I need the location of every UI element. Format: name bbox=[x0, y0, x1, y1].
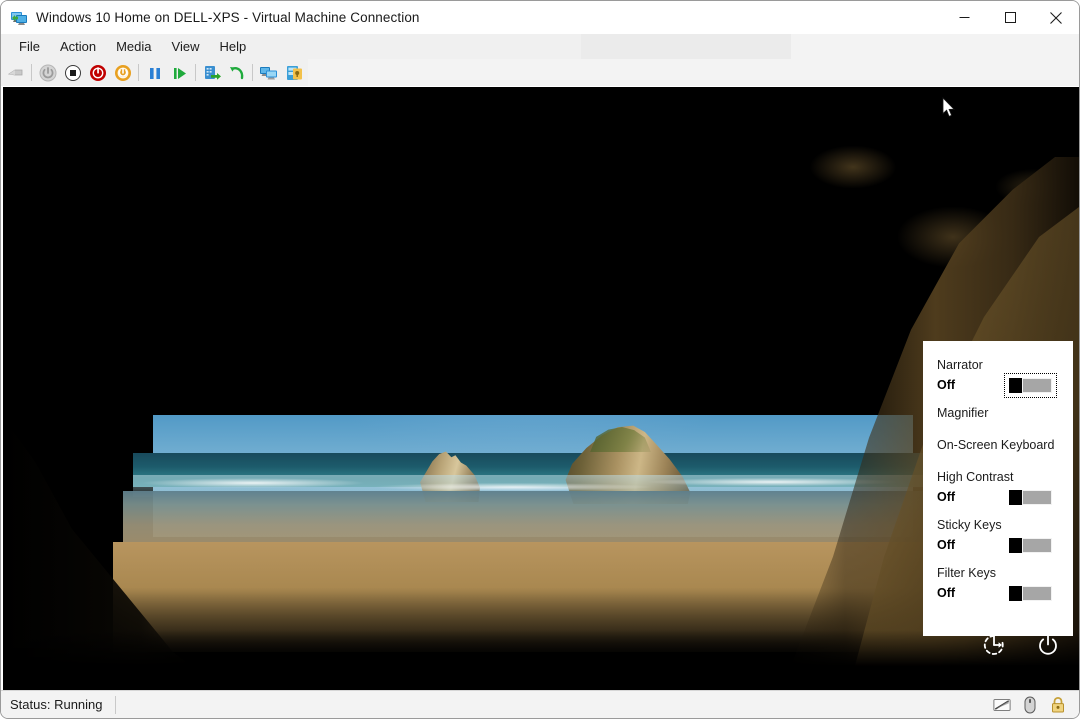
screen-capture-icon[interactable] bbox=[993, 696, 1011, 714]
menu-view[interactable]: View bbox=[162, 36, 210, 58]
toggle-track bbox=[1022, 490, 1052, 505]
menubar: File Action Media View Help bbox=[1, 34, 1079, 59]
virtual-machine-icon bbox=[10, 9, 28, 27]
vm-connection-window: Windows 10 Home on DELL-XPS - Virtual Ma… bbox=[0, 0, 1080, 719]
turn-off-icon[interactable] bbox=[60, 60, 85, 85]
lock-icon[interactable] bbox=[1049, 696, 1067, 714]
status-icons bbox=[993, 691, 1067, 718]
maximize-button[interactable] bbox=[987, 1, 1033, 34]
cave-floor-shadow bbox=[3, 630, 1079, 690]
toggle-thumb bbox=[1009, 378, 1022, 393]
statusbar: Status: Running bbox=[1, 690, 1079, 718]
menu-help[interactable]: Help bbox=[209, 36, 256, 58]
power-icon[interactable] bbox=[1031, 628, 1065, 662]
menu-action[interactable]: Action bbox=[50, 36, 106, 58]
eoa-item-high-contrast[interactable]: High Contrast Off bbox=[923, 467, 1073, 507]
narrator-toggle[interactable] bbox=[1004, 373, 1057, 398]
status-separator bbox=[114, 695, 116, 714]
reset-play-icon[interactable] bbox=[167, 60, 192, 85]
high-contrast-toggle[interactable] bbox=[1008, 489, 1053, 506]
lock-screen-buttons bbox=[977, 628, 1065, 662]
save-power-icon[interactable] bbox=[110, 60, 135, 85]
enhanced-session-icon[interactable] bbox=[256, 60, 281, 85]
toolbar-strip bbox=[1, 59, 308, 86]
eoa-item-label: Filter Keys bbox=[937, 566, 997, 580]
sticky-keys-toggle[interactable] bbox=[1008, 537, 1053, 554]
window-title: Windows 10 Home on DELL-XPS - Virtual Ma… bbox=[36, 10, 420, 25]
settings-icon[interactable] bbox=[281, 60, 306, 85]
menu-media[interactable]: Media bbox=[106, 36, 161, 58]
toggle-thumb bbox=[1009, 538, 1022, 553]
status-text: Status: Running bbox=[10, 697, 103, 712]
toolbar-separator bbox=[31, 64, 32, 81]
vm-screen[interactable]: Narrator Off Magnifier On-Screen Keyboar… bbox=[3, 87, 1079, 690]
lock-screen-wallpaper: Narrator Off Magnifier On-Screen Keyboar… bbox=[3, 87, 1079, 690]
eoa-item-narrator[interactable]: Narrator Off bbox=[923, 355, 1073, 398]
checkpoint-icon[interactable] bbox=[199, 60, 224, 85]
eoa-item-label: On-Screen Keyboard bbox=[937, 438, 1055, 452]
toggle-thumb bbox=[1009, 490, 1022, 505]
toolbar-separator bbox=[195, 64, 196, 81]
toggle-track bbox=[1022, 378, 1052, 393]
eoa-item-label: Magnifier bbox=[937, 406, 989, 420]
toolbar-separator bbox=[252, 64, 253, 81]
caption-buttons bbox=[941, 1, 1079, 34]
eoa-item-filter-keys[interactable]: Filter Keys Off bbox=[923, 563, 1073, 603]
toggle-thumb bbox=[1009, 586, 1022, 601]
eoa-item-label: Narrator bbox=[937, 358, 983, 372]
close-button[interactable] bbox=[1033, 1, 1079, 34]
toolbar bbox=[1, 59, 1079, 86]
eoa-item-on-screen-keyboard[interactable]: On-Screen Keyboard bbox=[923, 435, 1073, 455]
ease-of-access-panel: Narrator Off Magnifier On-Screen Keyboar… bbox=[923, 341, 1073, 636]
filter-keys-toggle[interactable] bbox=[1008, 585, 1053, 602]
pause-icon[interactable] bbox=[142, 60, 167, 85]
ctrl-alt-delete-icon[interactable] bbox=[3, 60, 28, 85]
mouse-icon[interactable] bbox=[1021, 696, 1039, 714]
ease-of-access-icon[interactable] bbox=[977, 628, 1011, 662]
toggle-track bbox=[1022, 538, 1052, 553]
shut-down-icon[interactable] bbox=[85, 60, 110, 85]
menu-file[interactable]: File bbox=[9, 36, 50, 58]
eoa-item-label: High Contrast bbox=[937, 470, 1014, 484]
toolbar-separator bbox=[138, 64, 139, 81]
eoa-item-label: Sticky Keys bbox=[937, 518, 1002, 532]
start-power-icon[interactable] bbox=[35, 60, 60, 85]
revert-icon[interactable] bbox=[224, 60, 249, 85]
eoa-item-magnifier[interactable]: Magnifier bbox=[923, 403, 1073, 423]
minimize-button[interactable] bbox=[941, 1, 987, 34]
titlebar: Windows 10 Home on DELL-XPS - Virtual Ma… bbox=[1, 1, 1079, 34]
toggle-track bbox=[1022, 586, 1052, 601]
eoa-item-sticky-keys[interactable]: Sticky Keys Off bbox=[923, 515, 1073, 555]
